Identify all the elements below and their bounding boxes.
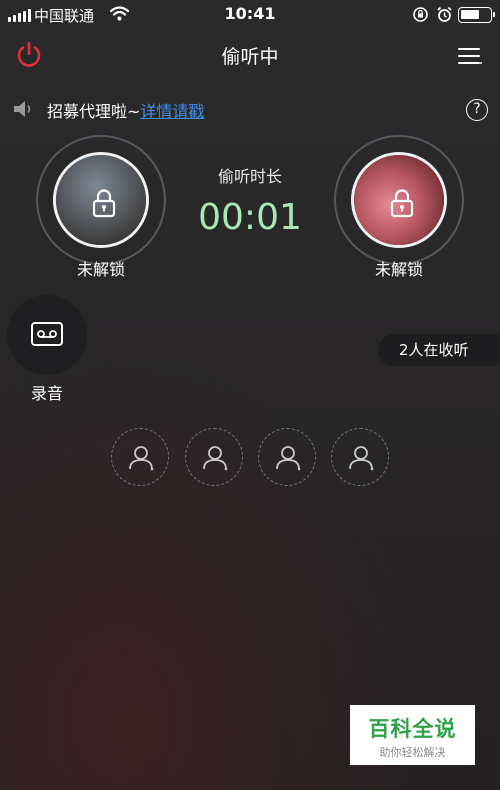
record-label: 录音 [30, 384, 63, 403]
speaker-icon [12, 99, 36, 123]
user-icon [276, 446, 301, 471]
timer-value: 00:01 [198, 197, 302, 238]
record-button[interactable] [7, 295, 87, 375]
help-icon: ? [473, 101, 481, 117]
user-icon [129, 446, 154, 471]
help-button[interactable]: ? [466, 99, 488, 121]
notice-text: 招募代理啦~ [47, 102, 141, 121]
watermark-title: 百科全说 [368, 717, 457, 741]
menu-button[interactable] [454, 44, 484, 68]
watermark-subtitle: 助你轻松解决 [379, 746, 446, 759]
empty-seat-4[interactable] [331, 428, 389, 486]
page-title: 偷听中 [221, 46, 279, 68]
lock-icon [390, 189, 414, 218]
empty-seat-3[interactable] [258, 428, 316, 486]
left-user-status: 未解锁 [76, 260, 125, 279]
empty-seat-2[interactable] [185, 428, 243, 486]
timer-label: 偷听时长 [217, 167, 282, 186]
user-icon [349, 446, 374, 471]
cassette-icon [31, 322, 63, 346]
notice-detail-link[interactable]: 详情请戳 [140, 102, 204, 121]
lock-icon [92, 189, 116, 218]
empty-seat-1[interactable] [111, 428, 169, 486]
battery-icon [458, 7, 495, 23]
rotation-lock-icon [412, 6, 429, 27]
watermark-logo: 百科全说 助你轻松解决 [350, 705, 475, 765]
alarm-icon [436, 6, 453, 27]
status-bar: 中国联通 10:41 [0, 0, 500, 30]
right-user-status: 未解锁 [374, 260, 423, 279]
user-icon [203, 446, 228, 471]
listeners-count-text: 2人在收听 [399, 341, 469, 359]
notice-banner: 招募代理啦~详情请戳 [47, 98, 204, 122]
listeners-count-badge[interactable]: 2人在收听 [378, 334, 500, 366]
left-user-avatar[interactable] [36, 135, 166, 265]
right-user-avatar[interactable] [334, 135, 464, 265]
